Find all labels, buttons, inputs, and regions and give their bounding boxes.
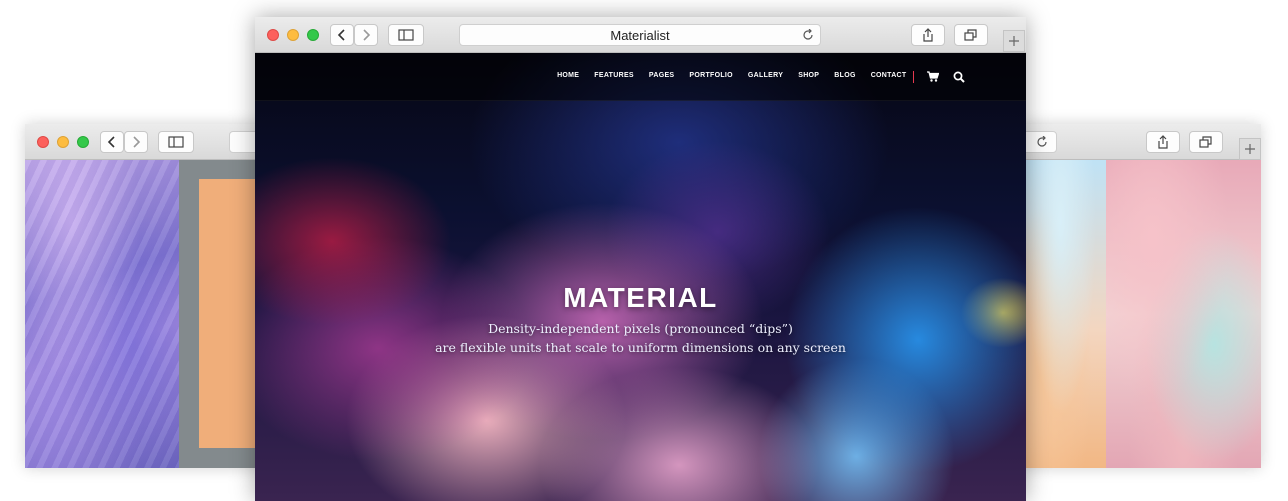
front-toolbar: Materialist [255,17,1026,53]
reload-icon[interactable] [1036,136,1048,148]
nav-separator [913,71,914,83]
nav-features[interactable]: FEATURES [587,72,642,79]
sidebar-button[interactable] [158,131,194,153]
hero-title: MATERIAL [563,282,718,313]
back-button[interactable] [100,131,124,153]
nav-shop[interactable]: SHOP [791,72,827,79]
chevron-left-icon [107,136,115,148]
sidebar-button[interactable] [388,24,424,46]
address-bar[interactable]: Materialist [459,24,821,46]
forward-button[interactable] [124,131,148,153]
tabs-button[interactable] [954,24,988,46]
close-button[interactable] [267,29,279,41]
nav-contact[interactable]: CONTACT [863,72,914,79]
minimize-button[interactable] [57,136,69,148]
hero-subtitle-line-1: Density-independent pixels (pronounced “… [488,321,793,336]
close-button[interactable] [37,136,49,148]
browser-window-right [1015,124,1261,468]
plus-icon [1009,36,1019,46]
cart-icon[interactable] [927,71,939,82]
chevron-left-icon [337,29,345,41]
tabs-icon [964,29,977,41]
share-icon [1158,135,1168,149]
new-tab-button[interactable] [1003,30,1025,52]
browser-window-front: Materialist HOME FEATURES PAGES PORTFOLI… [255,17,1026,501]
plus-icon [1245,144,1255,154]
sidebar-icon [398,29,414,41]
nav-menu: HOME FEATURES PAGES PORTFOLIO GALLERY SH… [550,72,914,79]
zoom-button[interactable] [77,136,89,148]
right-toolbar [1015,124,1261,160]
site-navbar: HOME FEATURES PAGES PORTFOLIO GALLERY SH… [255,53,1026,101]
share-button[interactable] [1146,131,1180,153]
minimize-button[interactable] [287,29,299,41]
new-tab-button[interactable] [1239,138,1261,160]
zoom-button[interactable] [307,29,319,41]
sidebar-icon [168,136,184,148]
tabs-icon [1199,136,1212,148]
hero-subtitle-line-2: are flexible units that scale to uniform… [435,340,846,355]
nav-portfolio[interactable]: PORTFOLIO [682,72,741,79]
nav-blog[interactable]: BLOG [827,72,863,79]
silk-fabric-image [25,160,179,468]
pastel-clouds-image-2 [1106,160,1261,468]
chevron-right-icon [133,136,141,148]
reload-icon[interactable] [802,29,814,41]
search-icon[interactable] [953,71,965,83]
address-title: Materialist [610,27,670,43]
materialist-page: HOME FEATURES PAGES PORTFOLIO GALLERY SH… [255,53,1026,501]
nav-pages[interactable]: PAGES [641,72,682,79]
pastel-clouds-image-1 [1015,160,1106,468]
left-page-content [25,160,270,468]
nav-gallery[interactable]: GALLERY [740,72,790,79]
chevron-right-icon [363,29,371,41]
right-page-content [1015,160,1261,468]
share-icon [923,28,933,42]
tabs-button[interactable] [1189,131,1223,153]
left-toolbar [25,124,270,160]
share-button[interactable] [911,24,945,46]
nav-home[interactable]: HOME [550,72,587,79]
browser-window-left [25,124,270,468]
back-button[interactable] [330,24,354,46]
forward-button[interactable] [354,24,378,46]
